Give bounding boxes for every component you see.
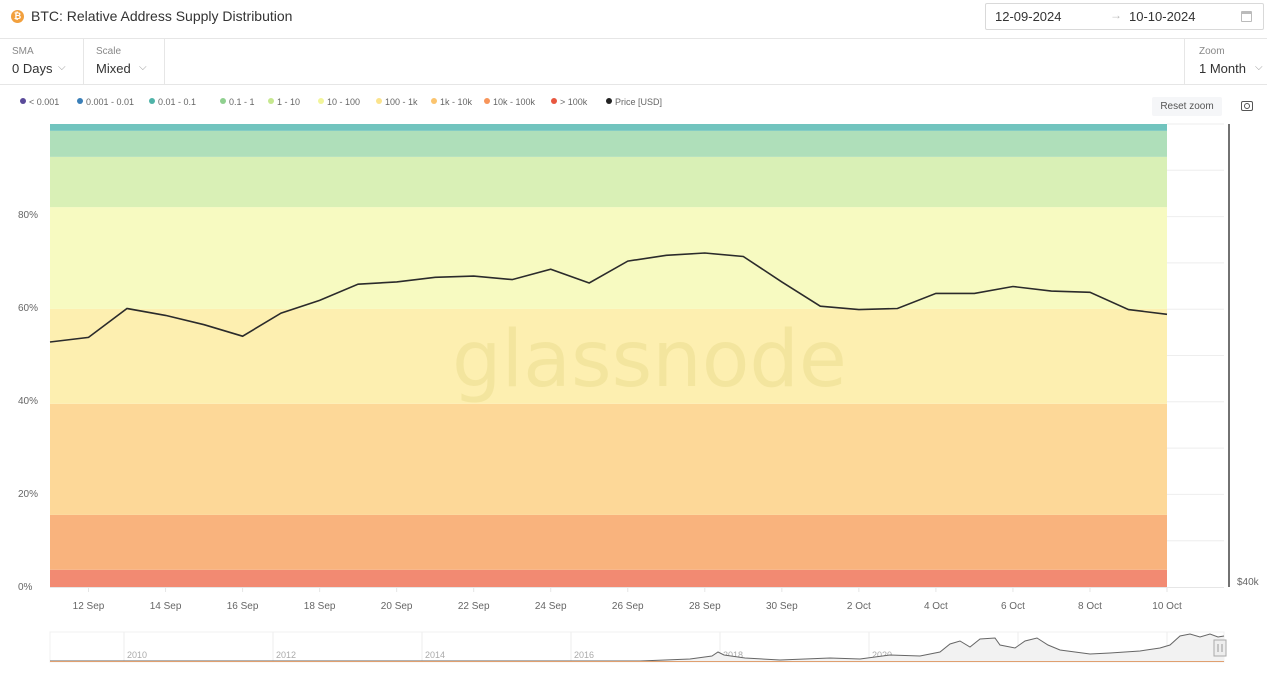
y-tick-label: 0% <box>18 582 33 593</box>
x-tick-label: 30 Sep <box>766 601 798 612</box>
area-band <box>50 569 1167 587</box>
x-tick-label: 6 Oct <box>1001 601 1025 612</box>
drag-handle-icon[interactable] <box>1213 639 1227 657</box>
watermark: glassnode <box>452 315 847 405</box>
x-tick-label: 16 Sep <box>227 601 259 612</box>
x-tick-label: 10 Oct <box>1152 601 1182 612</box>
y-tick-label: 40% <box>18 396 38 407</box>
y-tick-label: 60% <box>18 303 38 314</box>
y-tick-label: 20% <box>18 489 38 500</box>
x-tick-label: 22 Sep <box>458 601 490 612</box>
x-tick-label: 18 Sep <box>304 601 336 612</box>
x-tick-label: 14 Sep <box>150 601 182 612</box>
y-tick-label: 80% <box>18 210 38 221</box>
area-band <box>50 207 1167 309</box>
area-band <box>50 403 1167 515</box>
area-band <box>50 514 1167 570</box>
navigator-year-label: 2014 <box>425 650 445 660</box>
x-tick-label: 26 Sep <box>612 601 644 612</box>
x-axis-ticks: 12 Sep 14 Sep 16 Sep 18 Sep 20 Sep 22 Sep 24 S… <box>73 587 1182 612</box>
x-tick-label: 20 Sep <box>381 601 413 612</box>
x-tick-label: 12 Sep <box>73 601 105 612</box>
y-axis-ticks: 0% 20% 40% 60% 80% <box>18 210 38 593</box>
navigator[interactable]: 20102012201420162018202020222024 <box>49 631 1227 663</box>
navigator-year-label: 2012 <box>276 650 296 660</box>
area-band <box>50 124 1167 131</box>
x-tick-label: 28 Sep <box>689 601 721 612</box>
chart-canvas[interactable]: glassnode 0% 20% 40% 60% 80% 12 Sep 14 Sep 16 … <box>0 0 1267 676</box>
navigator-year-label: 2010 <box>127 650 147 660</box>
x-tick-label: 2 Oct <box>847 601 871 612</box>
navigator-year-label: 2016 <box>574 650 594 660</box>
area-band <box>50 156 1167 208</box>
area-band <box>50 130 1167 157</box>
x-tick-label: 8 Oct <box>1078 601 1102 612</box>
price-tick-label: $40k <box>1237 577 1260 588</box>
x-tick-label: 4 Oct <box>924 601 948 612</box>
x-tick-label: 24 Sep <box>535 601 567 612</box>
